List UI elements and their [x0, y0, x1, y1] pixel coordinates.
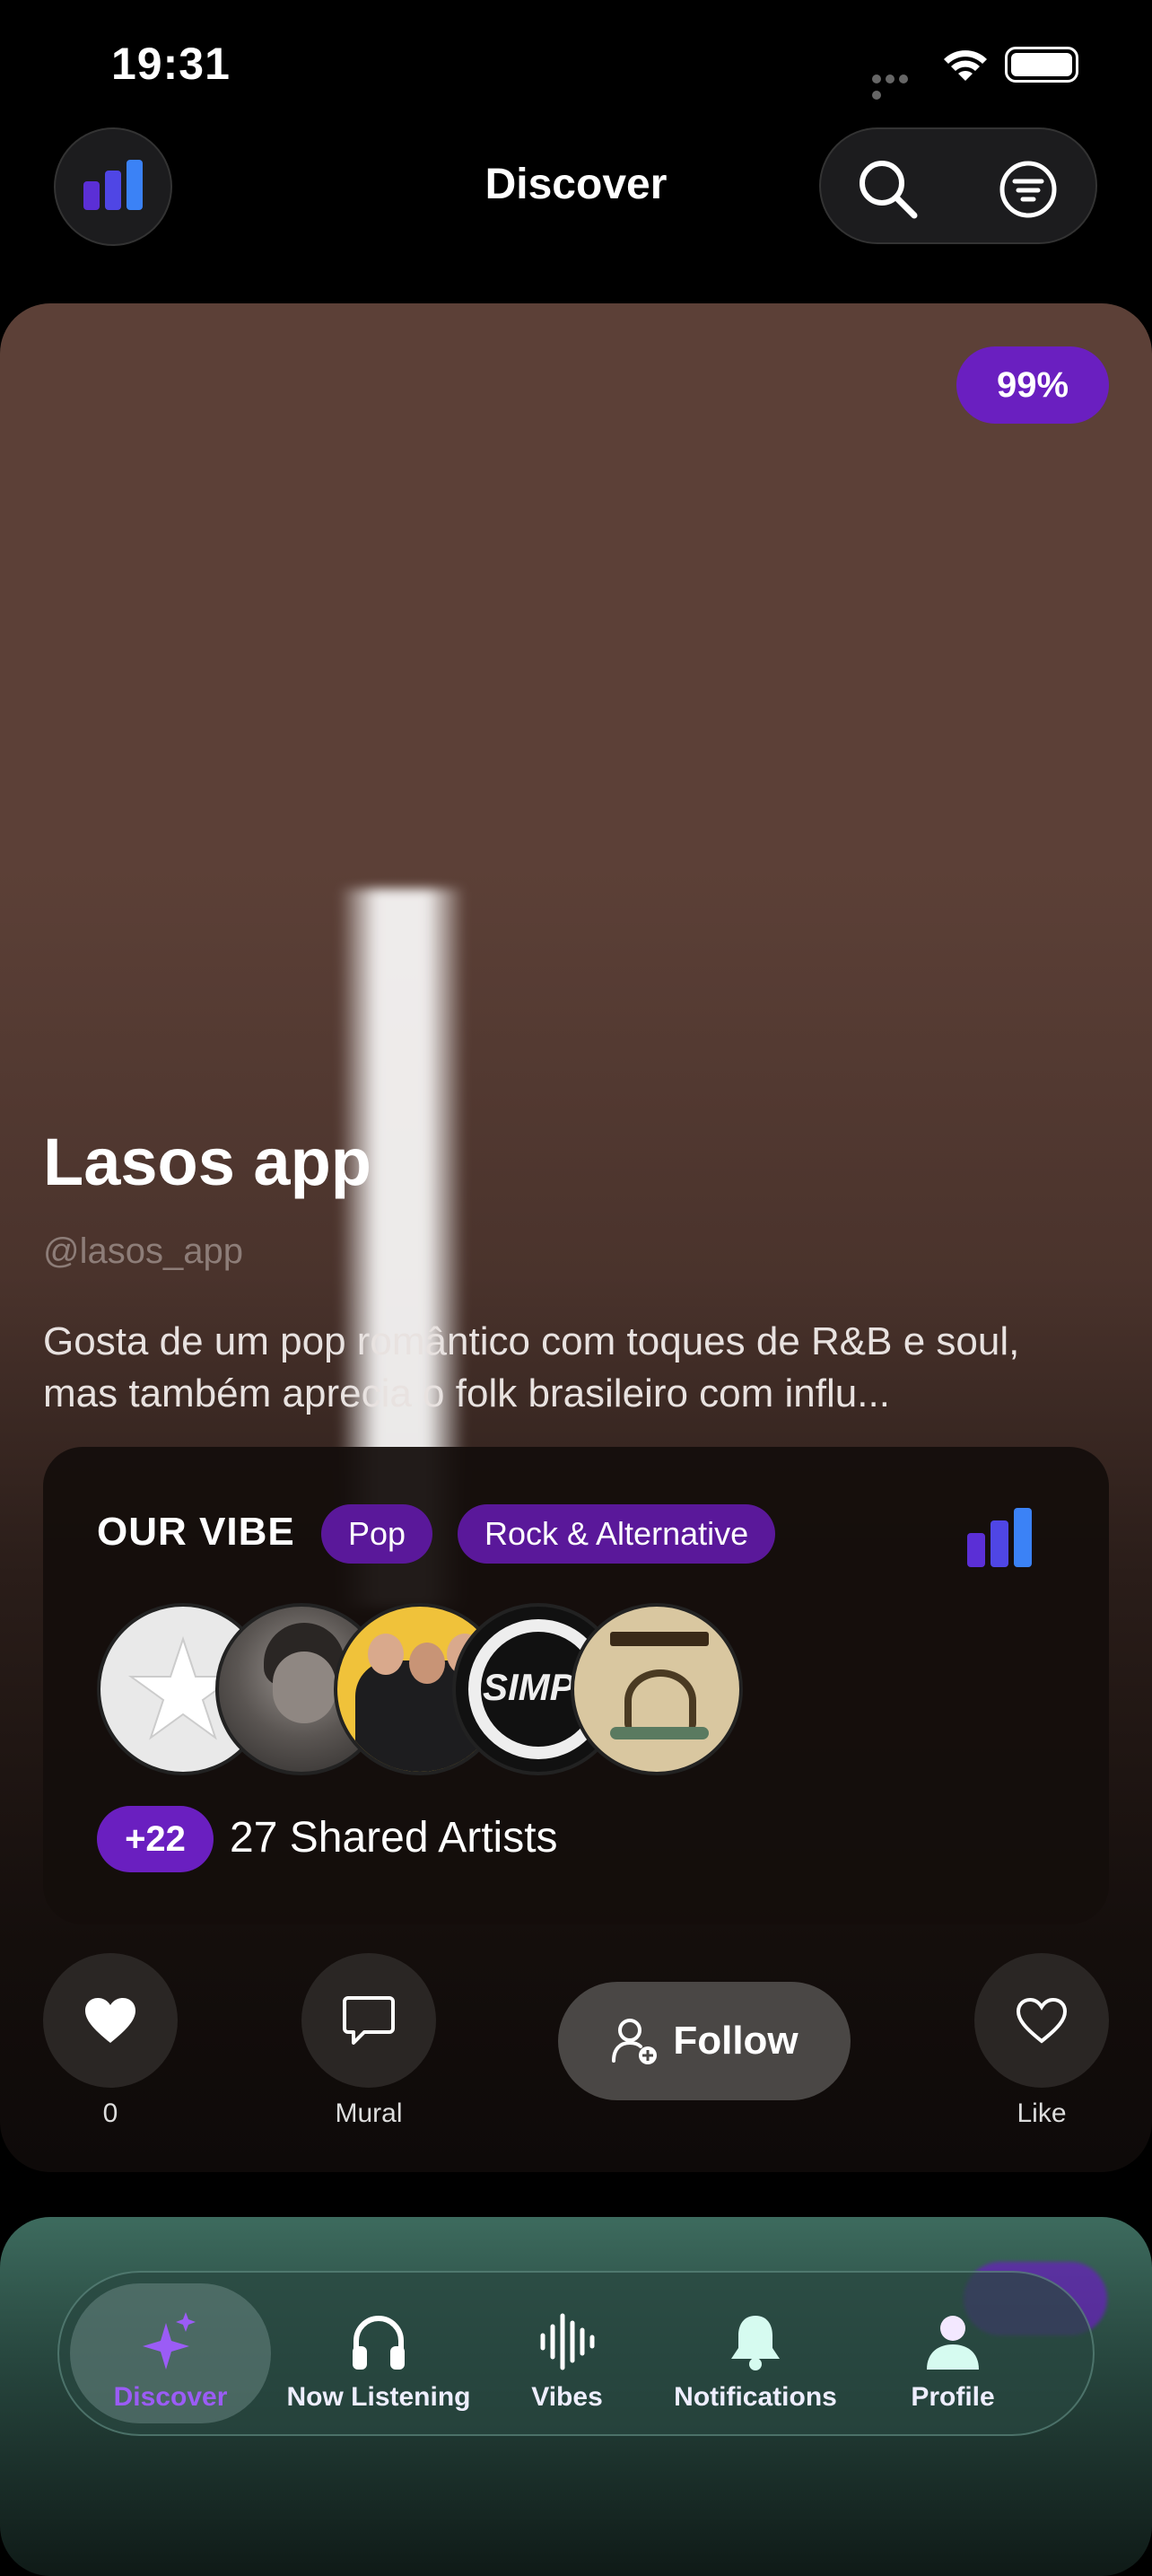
vibe-bars-icon	[967, 1504, 1032, 1567]
follow-button[interactable]: Follow	[558, 1982, 851, 2100]
search-icon[interactable]	[855, 156, 920, 221]
tab-now-listening[interactable]: Now Listening	[271, 2273, 486, 2438]
signal-icon	[872, 72, 924, 100]
mural-button[interactable]	[301, 1953, 436, 2088]
shared-artists-label: 27 Shared Artists	[230, 1814, 558, 1862]
tab-label: Notifications	[674, 2382, 837, 2412]
profile-bio: Gosta de um pop romântico com toques de …	[43, 1319, 1020, 1415]
genre-tag: Rock & Alternative	[458, 1504, 776, 1564]
profile-handle: @lasos_app	[43, 1231, 243, 1271]
headphones-icon	[353, 2316, 405, 2370]
tab-vibes[interactable]: Vibes	[486, 2273, 648, 2438]
genre-tag: Pop	[321, 1504, 433, 1564]
person-icon	[927, 2316, 979, 2370]
waveform-icon	[540, 2313, 595, 2370]
artist-avatar[interactable]	[571, 1603, 743, 1775]
our-vibe-panel[interactable]: OUR VIBE Pop Rock & Alternative SIMPL +2…	[43, 1447, 1109, 1924]
tab-label: Now Listening	[286, 2382, 471, 2412]
like-button[interactable]	[974, 1953, 1109, 2088]
filter-icon[interactable]	[999, 160, 1058, 219]
vibe-title: OUR VIBE	[97, 1510, 295, 1554]
wifi-icon	[944, 50, 987, 81]
match-percentage-badge: 99%	[956, 346, 1109, 424]
add-user-icon	[612, 2019, 658, 2064]
mural-label: Mural	[335, 2098, 403, 2128]
tab-discover[interactable]: Discover	[70, 2273, 271, 2438]
tab-label: Vibes	[531, 2382, 603, 2412]
heart-outline-icon	[1016, 1997, 1068, 2044]
profile-name: Lasos app	[43, 1125, 371, 1199]
like-count: 0	[102, 2098, 118, 2128]
tab-bar: Discover Now Listening Vibes Notificatio…	[57, 2271, 1095, 2436]
chat-bubble-icon	[343, 1996, 395, 2045]
battery-icon	[1005, 47, 1078, 83]
status-time: 19:31	[111, 39, 231, 89]
header-actions	[819, 127, 1097, 244]
heart-filled-icon	[85, 1998, 135, 2043]
follow-label: Follow	[673, 2019, 799, 2063]
extra-artists-badge: +22	[97, 1806, 214, 1872]
tab-label: Profile	[911, 2382, 995, 2412]
sparkles-icon	[143, 2312, 196, 2370]
tab-profile[interactable]: Profile	[863, 2273, 1043, 2438]
like-count-button[interactable]	[43, 1953, 178, 2088]
bell-icon	[731, 2316, 780, 2370]
tab-notifications[interactable]: Notifications	[648, 2273, 863, 2438]
like-label: Like	[1017, 2098, 1067, 2128]
tab-label: Discover	[113, 2382, 228, 2412]
